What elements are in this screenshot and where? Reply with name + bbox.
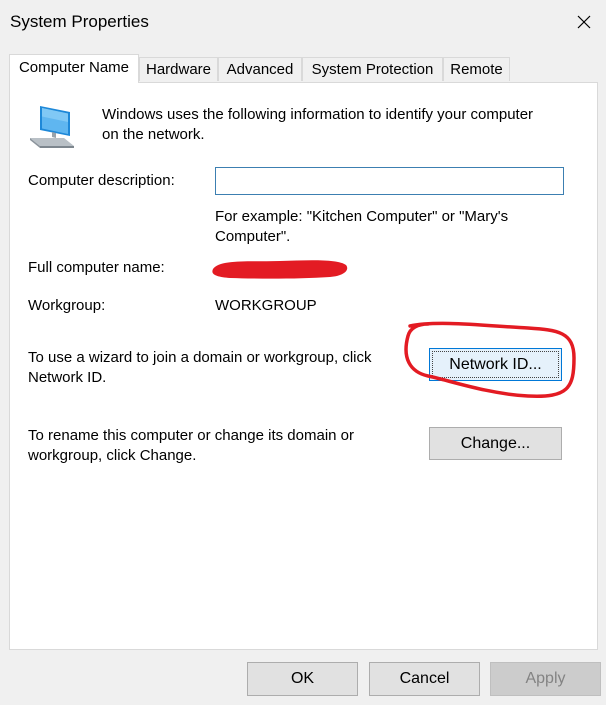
rename-text-line2: workgroup, click Change.	[28, 447, 197, 464]
change-button[interactable]: Change...	[429, 427, 562, 460]
tab-remote[interactable]: Remote	[443, 57, 510, 81]
cancel-button[interactable]: Cancel	[369, 662, 480, 696]
network-id-button-label: Network ID...	[449, 355, 542, 373]
tab-computer-name[interactable]: Computer Name	[9, 54, 139, 83]
example-text-line1: For example: "Kitchen Computer" or "Mary…	[215, 208, 509, 225]
apply-button-label: Apply	[525, 670, 566, 687]
ok-button[interactable]: OK	[247, 662, 358, 696]
full-computer-name-label: Full computer name:	[28, 259, 165, 276]
change-button-label: Change...	[460, 434, 531, 452]
tab-label: Remote	[450, 61, 503, 78]
workgroup-label: Workgroup:	[28, 297, 106, 314]
tab-hardware[interactable]: Hardware	[139, 57, 218, 81]
tab-label: Computer Name	[18, 59, 130, 76]
rename-text-line1: To rename this computer or change its do…	[28, 427, 354, 444]
window-title: System Properties	[10, 12, 149, 31]
workgroup-value: WORKGROUP	[215, 297, 317, 314]
ok-button-label: OK	[290, 670, 315, 687]
full-computer-name-redaction	[210, 256, 350, 281]
wizard-text-line1: To use a wizard to join a domain or work…	[28, 349, 372, 366]
intro-text-line2: on the network.	[102, 126, 205, 143]
wizard-text-line2: Network ID.	[28, 369, 107, 386]
tab-label: Hardware	[145, 61, 212, 78]
tab-advanced[interactable]: Advanced	[218, 57, 302, 81]
apply-button[interactable]: Apply	[490, 662, 601, 696]
cancel-button-label: Cancel	[399, 670, 450, 687]
close-icon[interactable]	[566, 6, 602, 38]
tab-system-protection[interactable]: System Protection	[302, 57, 443, 81]
computer-description-label: Computer description:	[28, 172, 175, 189]
tab-label: System Protection	[311, 61, 434, 78]
intro-text-line1: Windows uses the following information t…	[102, 106, 534, 123]
example-text-line2: Computer".	[215, 228, 291, 245]
tab-label: Advanced	[226, 61, 294, 78]
computer-description-input[interactable]	[215, 167, 564, 195]
computer-icon	[26, 102, 78, 150]
network-id-button[interactable]: Network ID...	[429, 348, 562, 381]
